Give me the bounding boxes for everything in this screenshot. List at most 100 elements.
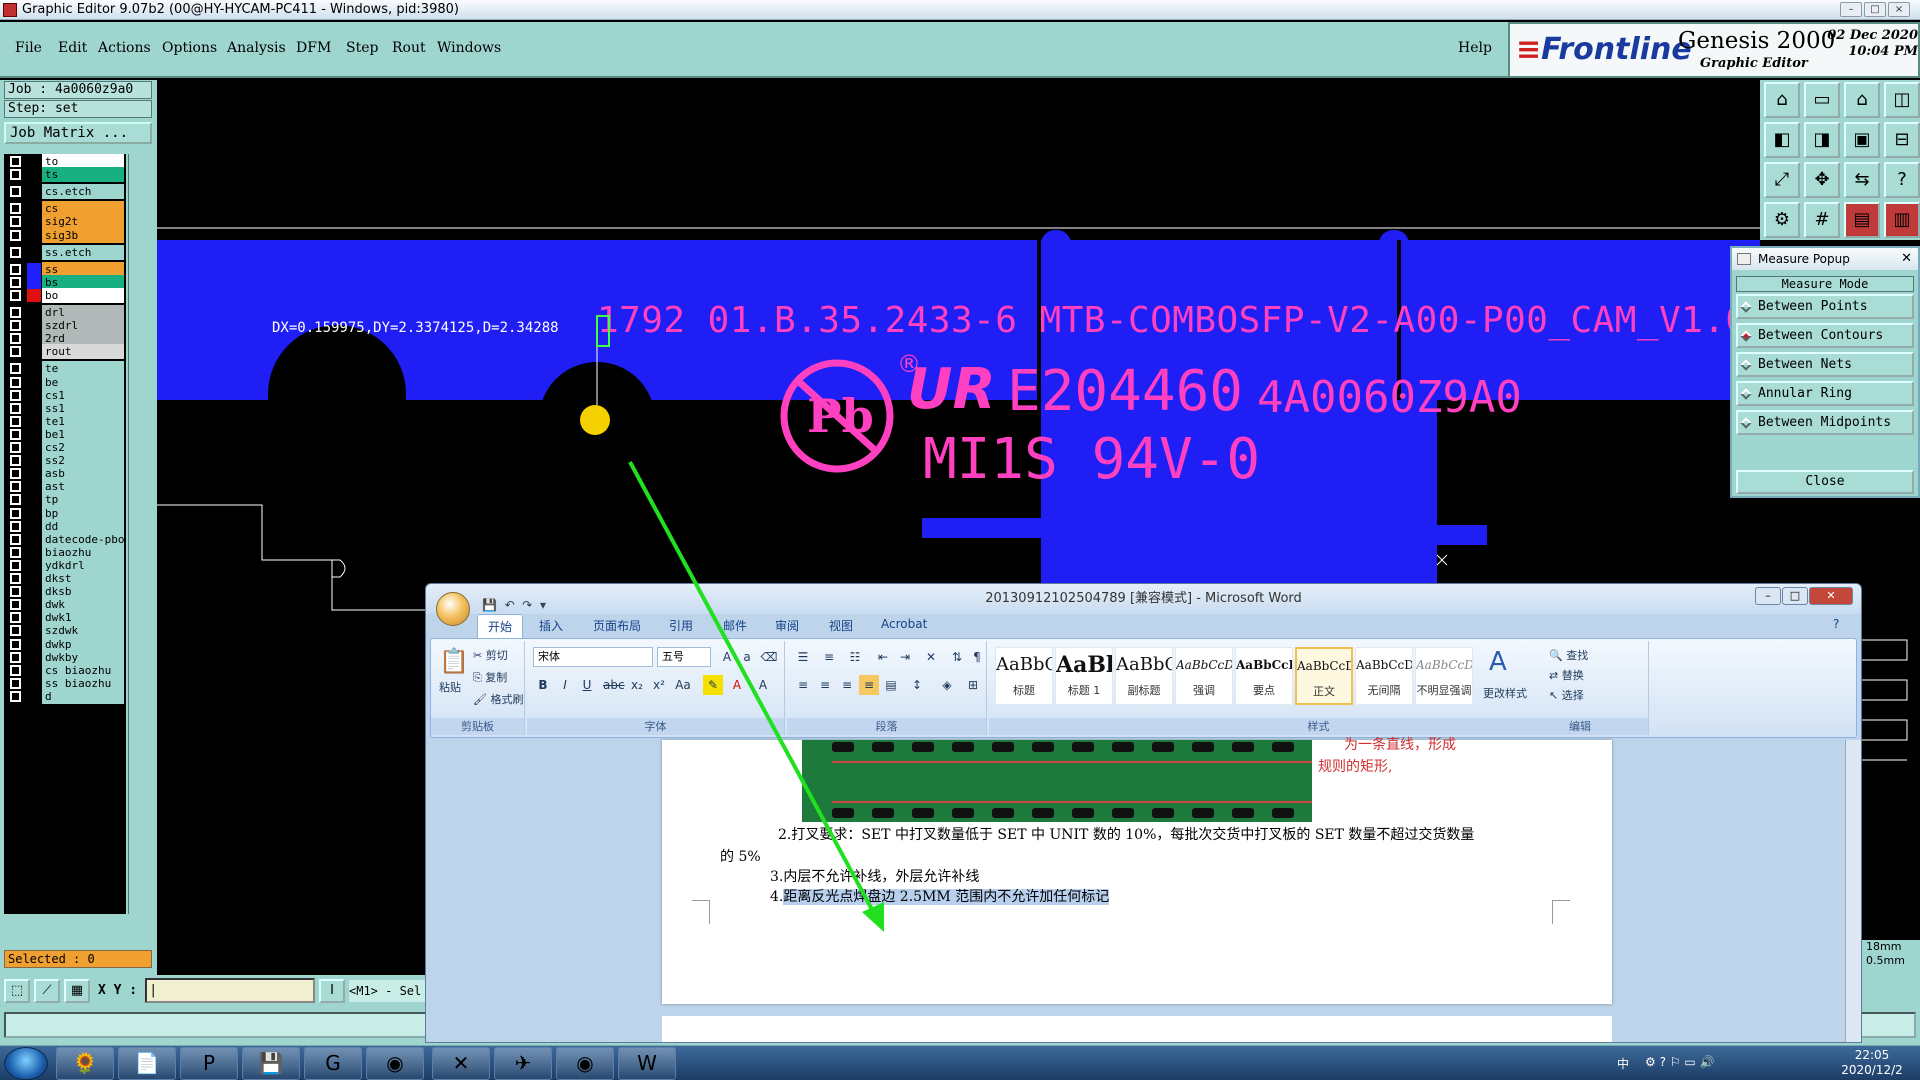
zoom-center-icon[interactable]: ✥ xyxy=(1804,162,1840,198)
style-emphasis[interactable]: AaBbCcD 强调 xyxy=(1175,647,1233,705)
paste-button[interactable]: 粘贴 xyxy=(439,679,461,695)
style-title[interactable]: AaBbC标题 xyxy=(995,647,1053,705)
layer-name[interactable]: sig3b xyxy=(42,227,124,243)
style-subtitle[interactable]: AaBbC副标题 xyxy=(1115,647,1173,705)
layer-checkbox[interactable] xyxy=(10,690,21,702)
layer-checkbox[interactable] xyxy=(10,263,21,275)
change-styles-icon[interactable]: A xyxy=(1489,647,1507,677)
tab-home[interactable]: 开始 xyxy=(477,614,524,638)
tray-icons[interactable]: ⚙ ? ⚐ ▭ 🔊 xyxy=(1645,1055,1714,1069)
mode-between-midpoints[interactable]: Between Midpoints xyxy=(1736,410,1914,435)
mode-between-nets[interactable]: Between Nets xyxy=(1736,352,1914,377)
sort-icon[interactable]: ⇅ xyxy=(947,647,967,667)
layer-checkbox[interactable] xyxy=(10,664,21,676)
snap-icon[interactable]: ⊟ xyxy=(1884,122,1920,158)
measure-popup-title-bar[interactable]: Measure Popup ✕ xyxy=(1732,248,1918,270)
menu-analysis[interactable]: Analysis xyxy=(227,40,286,56)
mode-annular-ring[interactable]: Annular Ring xyxy=(1736,381,1914,406)
grow-font-icon[interactable]: A xyxy=(717,647,737,667)
features-icon[interactable]: ▤ xyxy=(1844,202,1880,238)
select-tool-icon[interactable]: ⬚ xyxy=(4,979,30,1003)
help-icon[interactable]: ? xyxy=(1884,162,1920,198)
layer-checkbox[interactable] xyxy=(10,625,21,637)
start-button[interactable] xyxy=(4,1047,48,1080)
job-matrix-button[interactable]: Job Matrix ... xyxy=(4,122,152,144)
style-heading-1[interactable]: AaBl 标题 1 xyxy=(1055,647,1113,705)
layer-name[interactable]: rout xyxy=(42,344,124,360)
layer-row[interactable]: rout xyxy=(4,344,124,360)
style-strong[interactable]: AaBbCcD要点 xyxy=(1235,647,1293,705)
clock[interactable]: 22:05 2020/12/2 xyxy=(1832,1048,1912,1078)
clear-format-icon[interactable]: ⌫ xyxy=(759,647,779,667)
multilevel-list-icon[interactable]: ☷ xyxy=(845,647,865,667)
layer-row[interactable]: ts xyxy=(4,167,124,183)
font-name-select[interactable]: 宋体 xyxy=(533,647,653,667)
redraw-icon[interactable]: ▣ xyxy=(1844,122,1880,158)
layer-checkbox[interactable] xyxy=(10,276,21,288)
mode-between-contours[interactable]: Between Contours xyxy=(1736,323,1914,348)
zoom-fit-icon[interactable]: ⤢ xyxy=(1764,162,1800,198)
decrease-indent-icon[interactable]: ⇤ xyxy=(873,647,893,667)
layer-checkbox[interactable] xyxy=(10,186,21,198)
copy-button[interactable]: ⎘ 复制 xyxy=(473,669,507,685)
office-button[interactable] xyxy=(436,592,470,626)
layer-checkbox[interactable] xyxy=(10,203,21,215)
redo-icon[interactable]: ↷ xyxy=(522,598,532,612)
layer-name[interactable]: ss.etch xyxy=(42,244,124,260)
style-normal[interactable]: AaBbCcD 正文 xyxy=(1295,647,1353,705)
layer-name[interactable]: bo xyxy=(42,287,124,303)
save-icon[interactable]: 💾 xyxy=(482,598,497,612)
xy-input[interactable]: | xyxy=(145,978,315,1003)
measure-close-button[interactable]: Close xyxy=(1736,470,1914,494)
layer-checkbox[interactable] xyxy=(10,216,21,228)
layer-name[interactable]: ts xyxy=(42,167,124,183)
layer-row[interactable]: d xyxy=(4,688,124,704)
paste-icon[interactable]: 📋 xyxy=(439,647,469,675)
distributed-icon[interactable]: ▤ xyxy=(881,675,901,695)
bold-icon[interactable]: B xyxy=(533,675,553,695)
layer-row[interactable]: sig3b xyxy=(4,227,124,243)
layer-list-scrollbar[interactable] xyxy=(128,154,153,914)
measure-tool-icon[interactable]: ⟋ xyxy=(34,979,60,1003)
layer-checkbox[interactable] xyxy=(10,389,21,401)
menu-file[interactable]: File xyxy=(15,40,42,56)
layer-checkbox[interactable] xyxy=(10,363,21,375)
menu-edit[interactable]: Edit xyxy=(58,40,87,56)
menu-rout[interactable]: Rout xyxy=(392,40,426,56)
find-button[interactable]: 🔍 查找 xyxy=(1549,647,1588,663)
monitor-icon[interactable]: ▭ xyxy=(1804,82,1840,118)
layer-checkbox[interactable] xyxy=(10,651,21,663)
taskbar-app-feather[interactable]: ✈ xyxy=(494,1047,552,1080)
strikethrough-icon[interactable]: abc xyxy=(603,675,625,695)
tab-mailings[interactable]: 邮件 xyxy=(723,617,747,634)
close-button[interactable]: × xyxy=(1888,2,1910,17)
layer-checkbox[interactable] xyxy=(10,289,21,301)
tab-references[interactable]: 引用 xyxy=(669,617,693,634)
menu-options[interactable]: Options xyxy=(162,40,217,56)
bullets-icon[interactable]: ☰ xyxy=(793,647,813,667)
word-title-bar[interactable]: 20130912102504789 [兼容模式] - Microsoft Wor… xyxy=(426,584,1861,614)
layer-checkbox[interactable] xyxy=(10,156,21,167)
align-right-icon[interactable]: ≡ xyxy=(837,675,857,695)
menu-help[interactable]: Help xyxy=(1458,40,1492,56)
taskbar-app-eye[interactable]: ◉ xyxy=(366,1047,424,1080)
layer-checkbox[interactable] xyxy=(10,246,21,258)
taskbar-notepad[interactable]: 📄 xyxy=(118,1047,176,1080)
word-maximize-button[interactable]: □ xyxy=(1782,587,1808,605)
layer-checkbox[interactable] xyxy=(10,169,21,181)
change-styles-button[interactable]: 更改样式 xyxy=(1483,685,1527,701)
minimize-button[interactable]: – xyxy=(1840,2,1862,17)
asian-layout-icon[interactable]: ✕ xyxy=(921,647,941,667)
layer-name[interactable]: cs.etch xyxy=(42,184,124,200)
layer-checkbox[interactable] xyxy=(10,468,21,480)
layer-checkbox[interactable] xyxy=(10,573,21,584)
layer-checkbox[interactable] xyxy=(10,481,21,493)
layer-checkbox[interactable] xyxy=(10,638,21,650)
taskbar-save-app[interactable]: 💾 xyxy=(242,1047,300,1080)
mode-between-points[interactable]: Between Points xyxy=(1736,294,1914,319)
layer-checkbox[interactable] xyxy=(10,494,21,506)
taskbar-word[interactable]: W xyxy=(618,1047,676,1080)
cut-button[interactable]: ✂ 剪切 xyxy=(473,647,508,663)
drill-icon[interactable]: ⚙ xyxy=(1764,202,1800,238)
customize-icon[interactable]: ▾ xyxy=(540,598,546,612)
